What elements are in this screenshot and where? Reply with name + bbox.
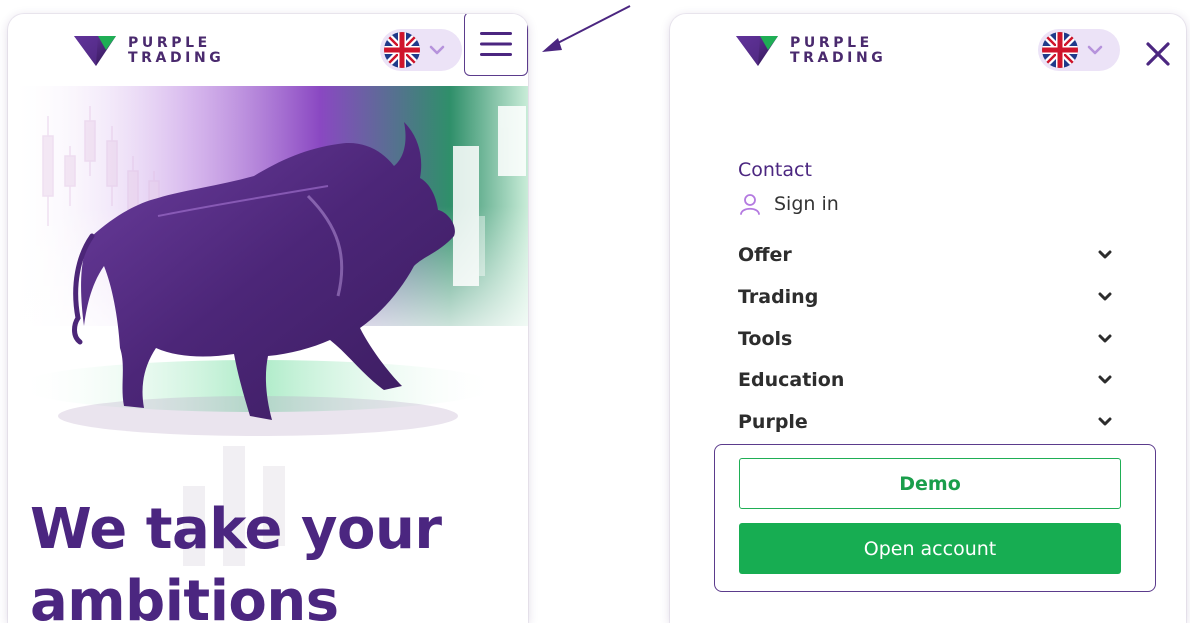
user-icon	[740, 194, 760, 215]
menu-item-label: Education	[738, 369, 845, 391]
purple-trading-logo-icon	[736, 36, 778, 66]
chevron-down-icon	[1098, 292, 1112, 301]
purple-trading-logo-icon	[74, 36, 116, 66]
brand-line-2: TRADING	[128, 50, 225, 66]
language-selector[interactable]	[380, 29, 462, 71]
mobile-home-view: PURPLE TRADING We take your ambitions	[8, 14, 528, 623]
hero-headline-line-1: We take your	[30, 497, 442, 562]
chevron-down-icon	[1098, 375, 1112, 384]
brand-wordmark: PURPLE TRADING	[790, 36, 886, 66]
annotation-arrow	[542, 5, 631, 52]
chevron-down-icon	[1098, 334, 1112, 343]
menu-item-label: Purple	[738, 411, 808, 433]
uk-flag-icon	[384, 32, 420, 68]
contact-link[interactable]: Contact	[738, 159, 812, 181]
brand-line-1: PURPLE	[790, 35, 873, 51]
open-account-button[interactable]: Open account	[739, 523, 1121, 574]
menu-item-education[interactable]: Education	[738, 362, 1112, 398]
menu-item-label: Offer	[738, 244, 792, 266]
hamburger-menu-button[interactable]	[464, 14, 528, 76]
chevron-down-icon	[1087, 45, 1103, 55]
close-icon	[1146, 42, 1170, 66]
brand-wordmark: PURPLE TRADING	[128, 36, 224, 66]
hamburger-icon	[480, 32, 512, 56]
hero-headline: We take your ambitions	[30, 494, 510, 623]
menu-item-purple[interactable]: Purple	[738, 404, 1112, 440]
cta-highlight-box: Demo Open account	[714, 444, 1156, 592]
close-menu-button[interactable]	[1140, 36, 1176, 72]
uk-flag-icon	[1042, 32, 1078, 68]
mobile-menu-view: PURPLE TRADING Contact Sign in Offer Tra…	[670, 14, 1186, 623]
menu-item-offer[interactable]: Offer	[738, 237, 1112, 273]
brand-logo[interactable]: PURPLE TRADING	[72, 34, 224, 68]
brand-logo[interactable]: PURPLE TRADING	[734, 34, 886, 68]
hero-headline-line-2: ambitions	[30, 569, 339, 623]
menu-item-trading[interactable]: Trading	[738, 279, 1112, 315]
sign-in-label: Sign in	[774, 193, 839, 215]
chevron-down-icon	[1098, 417, 1112, 426]
brand-line-2: TRADING	[790, 50, 887, 66]
demo-button[interactable]: Demo	[739, 458, 1121, 509]
menu-item-label: Trading	[738, 286, 819, 308]
menu-item-tools[interactable]: Tools	[738, 321, 1112, 357]
sign-in-link[interactable]: Sign in	[738, 192, 839, 216]
chevron-down-icon	[1098, 250, 1112, 259]
language-selector[interactable]	[1038, 29, 1120, 71]
chevron-down-icon	[429, 45, 445, 55]
menu-item-label: Tools	[738, 328, 793, 350]
brand-line-1: PURPLE	[128, 35, 211, 51]
